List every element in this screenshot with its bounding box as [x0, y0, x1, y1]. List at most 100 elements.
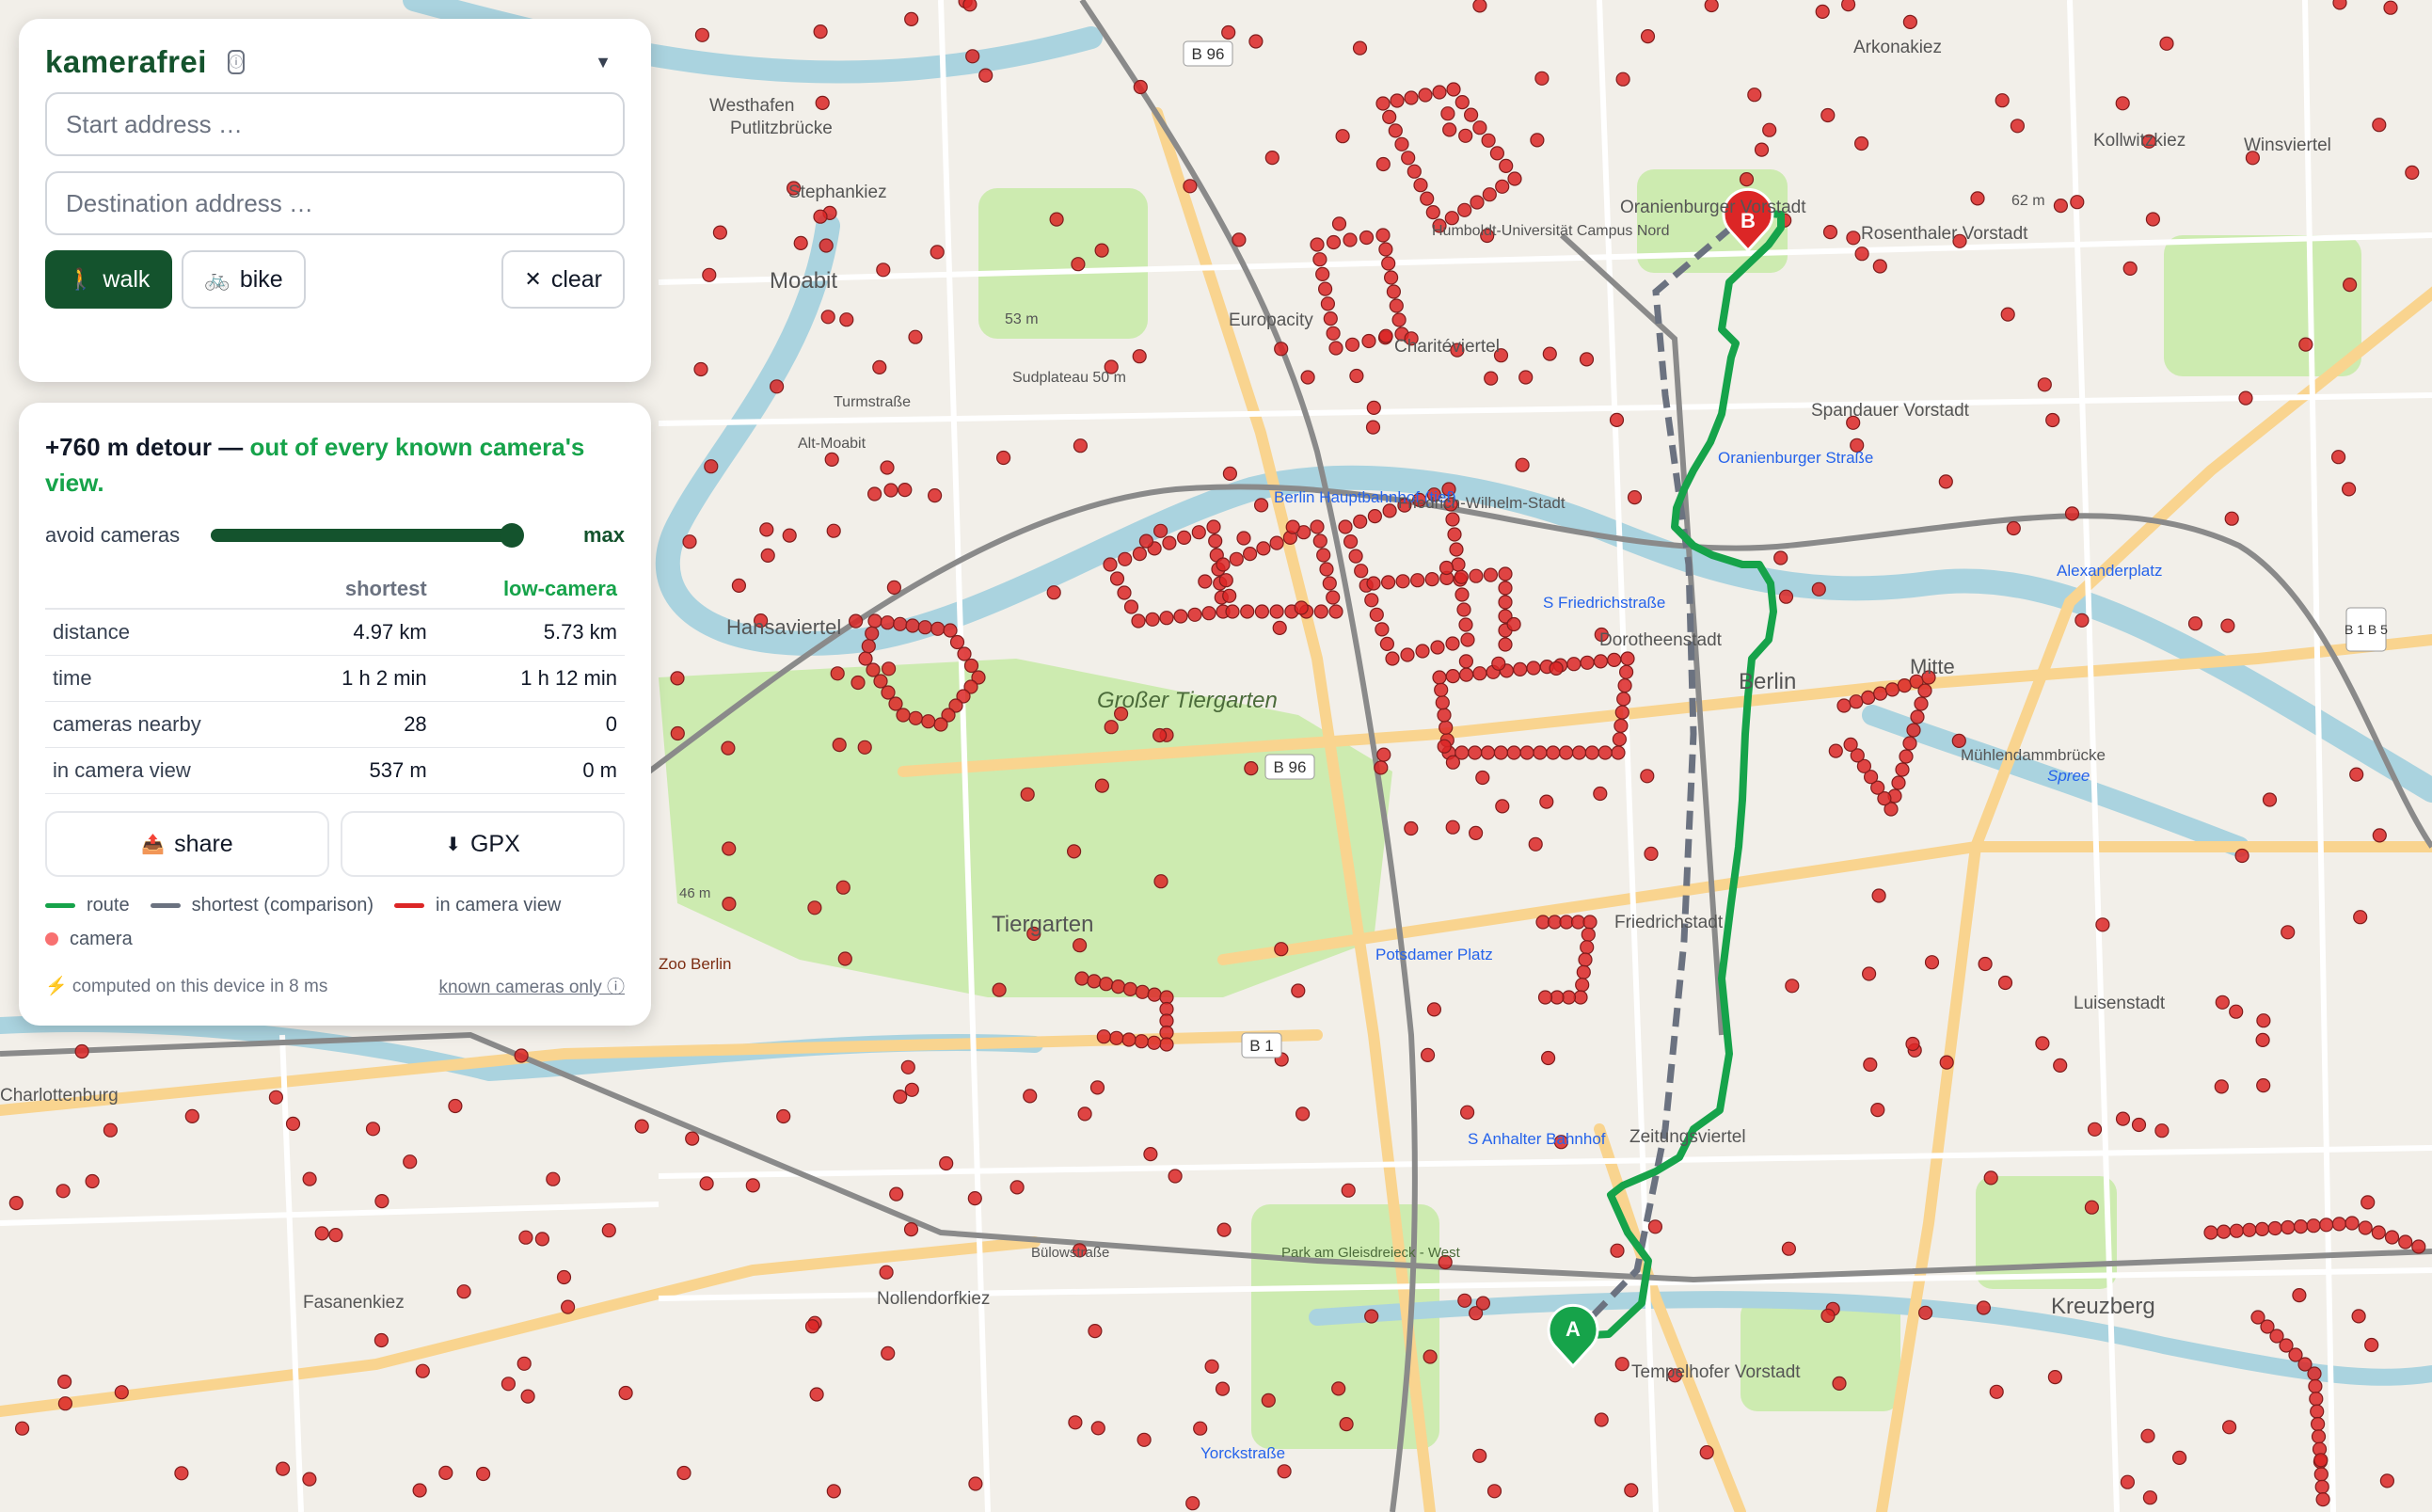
- camera-marker: [872, 359, 887, 374]
- camera-marker: [1335, 129, 1350, 144]
- map-label: Bülowstraße: [1031, 1245, 1109, 1261]
- camera-marker: [1375, 96, 1391, 111]
- column-header-shortest: shortest: [286, 570, 435, 610]
- camera-marker: [1328, 604, 1343, 619]
- camera-marker: [1386, 284, 1402, 299]
- camera-marker: [1222, 466, 1238, 481]
- camera-marker: [1498, 581, 1513, 596]
- chevron-down-icon[interactable]: ▼: [595, 53, 612, 72]
- camera-marker: [881, 1345, 896, 1361]
- camera-marker: [1495, 179, 1510, 194]
- camera-marker: [1902, 14, 1918, 29]
- camera-marker: [1173, 609, 1188, 624]
- camera-marker: [1432, 670, 1447, 685]
- camera-marker: [1256, 541, 1271, 556]
- camera-marker: [1323, 311, 1338, 326]
- start-marker-label: A: [1566, 1317, 1581, 1341]
- camera-marker: [438, 1465, 453, 1481]
- camera-marker: [939, 1155, 954, 1171]
- camera-marker: [2084, 1200, 2099, 1215]
- gpx-label: GPX: [469, 830, 520, 857]
- camera-marker: [865, 626, 880, 641]
- camera-marker: [1582, 915, 1597, 930]
- table-row: time 1 h 2 min 1 h 12 min: [45, 655, 625, 702]
- camera-marker: [888, 696, 903, 711]
- start-address-input[interactable]: [45, 92, 625, 156]
- camera-marker: [1534, 71, 1550, 86]
- camera-marker: [721, 740, 736, 756]
- camera-marker: [85, 1173, 100, 1189]
- avoid-cameras-slider[interactable]: [211, 523, 524, 548]
- gpx-download-button[interactable]: ⬇ GPX: [341, 811, 625, 877]
- map-label: 46 m: [679, 885, 710, 901]
- camera-marker: [978, 68, 993, 83]
- legend-item-camera-view: in camera view: [394, 894, 561, 916]
- camera-marker: [2332, 0, 2347, 10]
- map-label: Friedrichstadt: [1614, 913, 1724, 932]
- camera-marker: [1499, 158, 1514, 173]
- camera-marker: [1451, 557, 1466, 572]
- known-cameras-link[interactable]: known cameras only ⓘ: [439, 973, 625, 998]
- destination-address-input[interactable]: [45, 171, 625, 235]
- camera-marker: [1539, 794, 1554, 809]
- camera-marker: [1593, 654, 1609, 669]
- detour-amount: +760 m detour —: [45, 433, 244, 461]
- walk-mode-button[interactable]: 🚶 walk: [45, 250, 173, 309]
- share-button[interactable]: 📤 share: [45, 811, 329, 877]
- camera-marker: [1344, 337, 1360, 352]
- bike-mode-button[interactable]: 🚲 bike: [182, 250, 306, 309]
- info-icon[interactable]: ⓘ: [227, 50, 245, 74]
- camera-marker: [1185, 1496, 1200, 1511]
- camera-marker: [1773, 550, 1788, 565]
- camera-marker: [1472, 120, 1487, 135]
- camera-marker: [2142, 1490, 2157, 1505]
- camera-marker: [2120, 1474, 2135, 1489]
- camera-marker: [2172, 1450, 2187, 1466]
- map-label: Potsdamer Platz: [1375, 946, 1493, 963]
- camera-marker: [374, 1332, 389, 1348]
- camera-marker: [1225, 604, 1240, 619]
- camera-marker: [1400, 647, 1415, 662]
- camera-marker: [1546, 745, 1561, 760]
- slider-handle[interactable]: [500, 523, 524, 548]
- camera-marker: [74, 1043, 89, 1059]
- map-label: Friedrich-Wilhelm-Stadt: [1398, 494, 1566, 512]
- camera-marker: [412, 1483, 427, 1498]
- camera-marker: [1391, 312, 1407, 327]
- clear-button[interactable]: ✕ clear: [501, 250, 625, 309]
- camera-marker: [601, 1223, 616, 1238]
- route-result-panel: +760 m detour — out of every known camer…: [19, 403, 651, 1026]
- camera-marker: [2331, 1217, 2346, 1232]
- camera-marker: [1472, 1448, 1487, 1463]
- camera-marker: [1009, 1180, 1025, 1195]
- camera-marker: [1617, 677, 1632, 693]
- camera-marker: [2115, 96, 2130, 111]
- camera-marker: [1571, 745, 1587, 760]
- camera-marker: [1872, 259, 1887, 274]
- camera-marker: [1277, 1464, 1292, 1479]
- shortest-value: 1 h 2 min: [286, 655, 435, 702]
- road-shield-label: B 96: [1192, 45, 1225, 63]
- camera-marker: [1445, 820, 1460, 835]
- camera-marker: [1440, 106, 1455, 121]
- map-label: Oranienburger Straße: [1718, 449, 1873, 467]
- road-shield-label: B 1: [1249, 1037, 1274, 1055]
- camera-marker: [1222, 588, 1237, 603]
- camera-marker: [1343, 232, 1358, 247]
- camera-marker: [1762, 122, 1777, 137]
- camera-marker: [1072, 938, 1088, 953]
- camera-marker: [848, 613, 864, 629]
- camera-marker: [2234, 848, 2249, 864]
- camera-marker: [963, 658, 979, 674]
- camera-marker: [1610, 1243, 1625, 1258]
- camera-marker: [1781, 1241, 1797, 1256]
- camera-marker: [1917, 683, 1932, 698]
- camera-marker: [1811, 581, 1826, 597]
- camera-marker: [857, 740, 872, 755]
- camera-marker: [1457, 202, 1472, 217]
- legend-swatch: [150, 902, 181, 908]
- camera-marker: [866, 662, 881, 677]
- camera-marker: [1549, 661, 1564, 676]
- camera-marker: [2372, 118, 2387, 133]
- legend-item-route: route: [45, 894, 130, 916]
